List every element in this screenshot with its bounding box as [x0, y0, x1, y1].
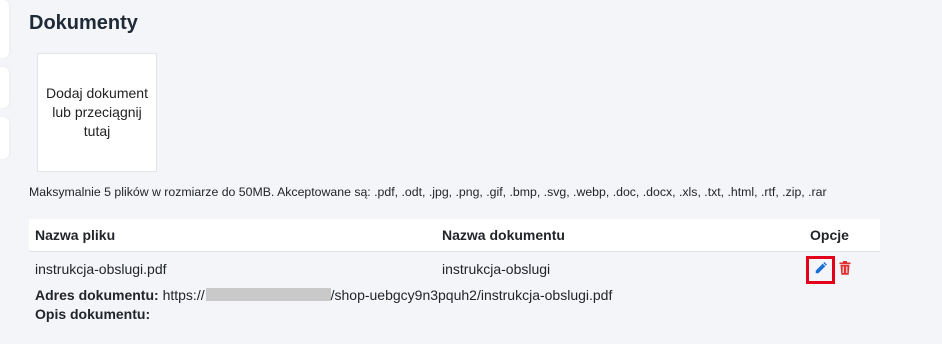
edit-document-button[interactable] — [806, 256, 835, 284]
file-name-cell: instrukcja-obslugi.pdf — [35, 261, 167, 277]
side-panel-tab[interactable] — [0, 117, 9, 159]
column-header-document-name: Nazwa dokumentu — [442, 227, 565, 243]
pencil-icon — [814, 261, 828, 280]
document-address: Adres dokumentu: https:// /shop-uebgcy9n3… — [35, 287, 612, 303]
side-panel-tab[interactable] — [0, 67, 9, 108]
document-description-label: Opis dokumentu: — [35, 306, 151, 322]
redacted-domain — [205, 288, 331, 301]
document-name-cell: instrukcja-obslugi — [442, 261, 551, 277]
document-description: Opis dokumentu: — [35, 306, 150, 322]
document-address-label: Adres dokumentu: — [35, 287, 159, 303]
page-title: Dokumenty — [29, 12, 138, 34]
side-panel-tab[interactable] — [0, 0, 9, 58]
documents-table-header: Nazwa pliku Nazwa dokumentu Opcje — [29, 219, 880, 252]
trash-icon — [839, 260, 851, 280]
dropzone-label: Dodaj dokument lub przeciągnij tutaj — [46, 85, 148, 139]
document-dropzone[interactable]: Dodaj dokument lub przeciągnij tutaj — [37, 53, 157, 172]
column-header-file-name: Nazwa pliku — [35, 227, 116, 243]
document-address-prefix: https:// — [162, 287, 205, 303]
upload-limits-text: Maksymalnie 5 plików w rozmiarze do 50MB… — [29, 185, 827, 199]
document-address-suffix: /shop-uebgcy9n3pquh2/instrukcja-obslugi.… — [330, 287, 613, 303]
delete-document-button[interactable] — [838, 260, 852, 280]
column-header-options: Opcje — [810, 227, 849, 243]
